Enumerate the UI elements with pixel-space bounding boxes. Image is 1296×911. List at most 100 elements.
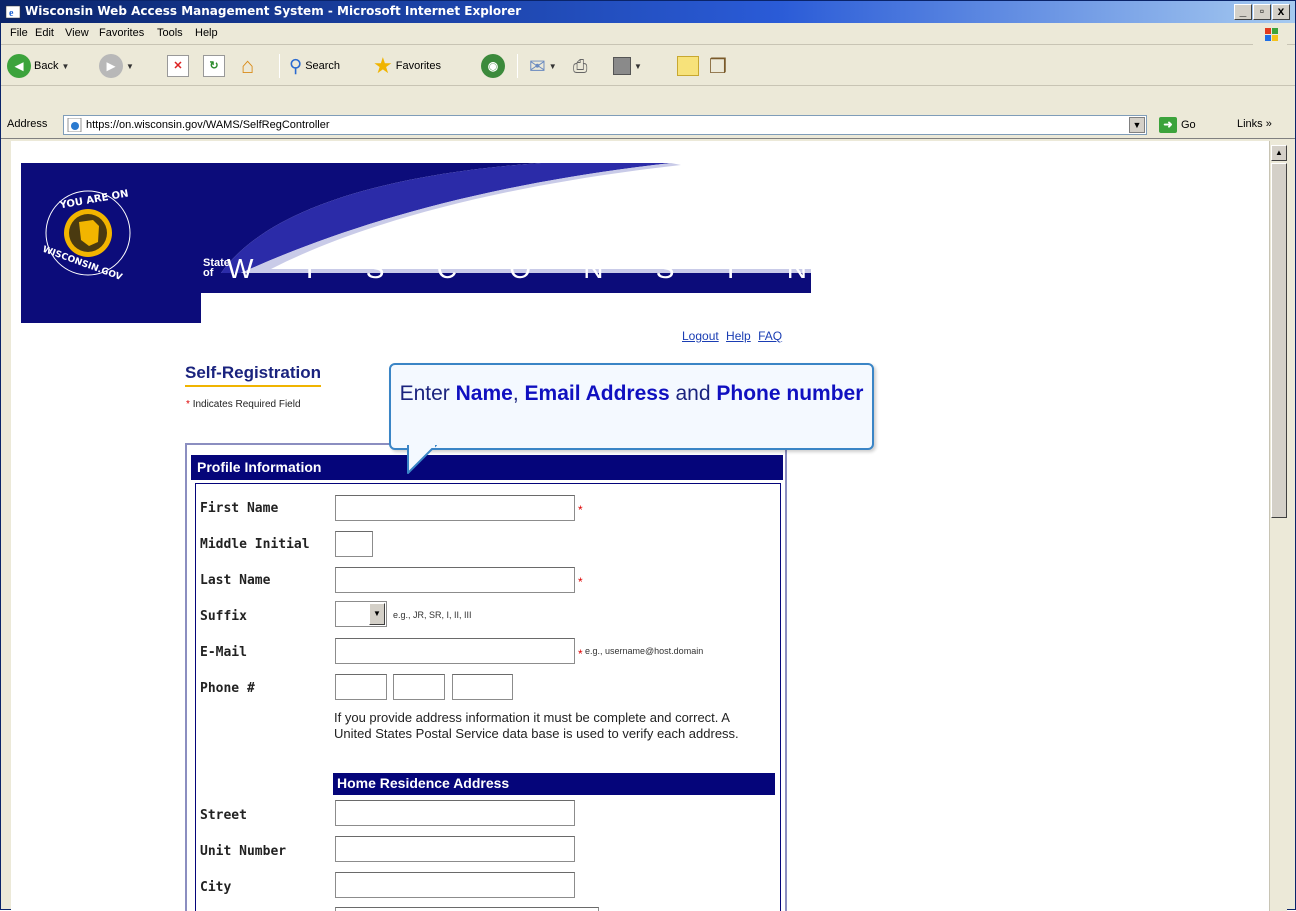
state-letter: S (655, 253, 675, 284)
messenger-button[interactable]: ❒ (709, 52, 727, 80)
phone-area-code-input[interactable] (335, 674, 387, 700)
mail-button[interactable]: ✉ ▼ (529, 52, 557, 80)
unit-number-input[interactable] (335, 836, 575, 862)
address-note: If you provide address information it mu… (334, 710, 739, 741)
phone-prefix-input[interactable] (393, 674, 445, 700)
favorites-label: Favorites (395, 60, 441, 72)
help-link[interactable]: Help (726, 329, 751, 343)
chevron-down-icon: ▼ (634, 61, 642, 71)
links-menu[interactable]: Links » (1237, 118, 1272, 130)
profile-information-header: Profile Information (191, 455, 783, 480)
edit-icon (613, 57, 631, 75)
menu-file[interactable]: File (10, 27, 28, 39)
back-button[interactable]: ◄ Back ▼ (7, 52, 69, 80)
menu-edit[interactable]: Edit (35, 27, 54, 39)
refresh-button[interactable]: ↻ (203, 52, 225, 80)
toolbar-separator (279, 54, 280, 78)
back-label: Back (34, 60, 59, 72)
search-button[interactable]: ⚲ Search (289, 52, 340, 80)
required-asterisk: * (578, 647, 583, 661)
state-letter: W (227, 253, 254, 284)
state-of-label: State of (203, 257, 230, 279)
refresh-icon: ↻ (203, 55, 225, 77)
email-hint: e.g., username@host.domain (585, 646, 704, 656)
windows-logo-icon (1253, 25, 1287, 45)
callout-phone: Phone number (716, 382, 864, 405)
phone-label: Phone # (200, 681, 255, 696)
menu-favorites[interactable]: Favorites (99, 27, 144, 39)
suffix-label: Suffix (200, 609, 247, 624)
first-name-label: First Name (200, 501, 279, 516)
discuss-button[interactable] (677, 52, 699, 80)
close-button[interactable]: x (1272, 4, 1290, 20)
logout-link[interactable]: Logout (682, 329, 719, 343)
media-button[interactable]: ◉ (481, 52, 505, 80)
first-name-input[interactable] (335, 495, 575, 521)
required-asterisk: * (578, 575, 583, 589)
city-input[interactable] (335, 872, 575, 898)
home-residence-address-header: Home Residence Address (333, 773, 775, 795)
chevron-up-icon: ▲ (1275, 148, 1283, 157)
forward-button[interactable]: ► ▼ (99, 52, 134, 80)
toolbar-separator (517, 54, 518, 78)
state-letter: I (305, 253, 314, 284)
forward-arrow-icon: ► (99, 54, 123, 78)
phone-line-number-input[interactable] (452, 674, 513, 700)
page-content: YOU ARE ON WISCONSIN.GOV State of W I S … (11, 141, 1269, 911)
state-letter: O (509, 253, 531, 284)
callout-email: Email Address (524, 382, 670, 405)
email-input[interactable] (335, 638, 575, 664)
maximize-button[interactable]: ▫ (1253, 4, 1271, 20)
star-icon: ★ (373, 53, 393, 78)
stop-button[interactable]: ✕ (167, 52, 189, 80)
note-icon (677, 56, 699, 76)
edit-button[interactable]: ▼ (613, 52, 642, 80)
go-button[interactable]: ➜ Go (1159, 117, 1196, 133)
home-button[interactable]: ⌂ (241, 52, 254, 80)
chevron-down-icon: ▼ (61, 61, 70, 71)
media-icon: ◉ (481, 54, 505, 78)
address-url: https://on.wisconsin.gov/WAMS/SelfRegCon… (86, 119, 330, 131)
ie-icon: e (5, 5, 21, 19)
menu-help[interactable]: Help (195, 27, 218, 39)
state-letter: S (365, 253, 385, 284)
wisconsin-gov-seal-icon: YOU ARE ON WISCONSIN.GOV (41, 188, 131, 281)
middle-initial-label: Middle Initial (200, 537, 310, 552)
address-input[interactable]: https://on.wisconsin.gov/WAMS/SelfRegCon… (63, 115, 1147, 135)
address-dropdown-button[interactable]: ▼ (1129, 117, 1145, 133)
page-icon (67, 118, 82, 132)
home-icon: ⌂ (241, 53, 255, 78)
print-button[interactable]: ⎙ (573, 52, 587, 80)
last-name-input[interactable] (335, 567, 575, 593)
city-label: City (200, 880, 232, 895)
restore-icon: ▫ (1259, 4, 1265, 18)
chevron-down-icon[interactable]: ▼ (369, 603, 385, 625)
required-asterisk: * (578, 503, 583, 517)
state-select[interactable] (335, 907, 599, 911)
callout-name: Name (455, 382, 513, 405)
minimize-button[interactable]: _ (1234, 4, 1252, 20)
middle-initial-input[interactable] (335, 531, 373, 557)
state-letter: N (786, 253, 807, 284)
last-name-label: Last Name (200, 573, 271, 588)
menu-view[interactable]: View (65, 27, 89, 39)
chevron-down-icon: ▼ (126, 61, 134, 71)
address-label: Address (7, 118, 48, 130)
favorites-button[interactable]: ★ Favorites (373, 52, 441, 80)
menu-tools[interactable]: Tools (157, 27, 183, 39)
faq-link[interactable]: FAQ (758, 329, 782, 343)
scrollbar-thumb[interactable] (1271, 163, 1287, 518)
menu-bar: File Edit View Favorites Tools Help (1, 23, 1295, 45)
svg-text:YOU ARE ON: YOU ARE ON (58, 188, 129, 211)
street-input[interactable] (335, 800, 575, 826)
address-bar: Address https://on.wisconsin.gov/WAMS/Se… (1, 111, 1295, 139)
back-arrow-icon: ◄ (7, 54, 31, 78)
go-arrow-icon: ➜ (1159, 117, 1177, 133)
state-letter: C (436, 253, 457, 284)
scroll-up-button[interactable]: ▲ (1271, 145, 1287, 161)
title-bar[interactable]: e Wisconsin Web Access Management System… (1, 1, 1295, 23)
top-nav-links: Logout Help FAQ (678, 329, 782, 343)
vertical-scrollbar[interactable]: ▲ (1269, 141, 1287, 911)
suffix-select[interactable]: ▼ (335, 601, 387, 627)
suffix-hint: e.g., JR, SR, I, II, III (393, 610, 472, 620)
